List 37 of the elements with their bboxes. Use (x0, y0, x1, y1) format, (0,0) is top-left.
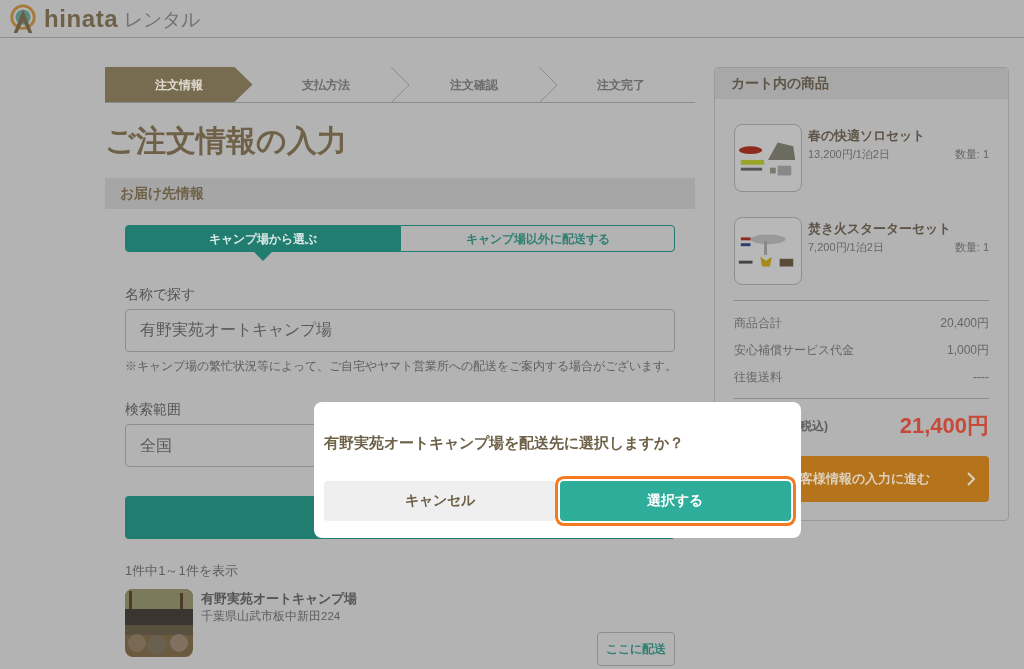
cart-item-quantity: 数量: 1 (954, 239, 989, 255)
field-label: 検索範囲 (125, 400, 182, 420)
chevron-right-icon (967, 472, 975, 486)
result-address: 千葉県山武市板中新田224 (201, 609, 342, 625)
cart-item-name: 焚き火スターターセット (808, 220, 952, 238)
summary-label: 商品合計 (734, 314, 782, 332)
total-value: 21,400円 (899, 412, 989, 440)
cart-item-quantity: 数量: 1 (954, 146, 989, 162)
page-title: ご注文情報の入力 (105, 123, 348, 159)
cart-title: カート内の商品 (715, 68, 1008, 99)
logo-text: hinata (44, 3, 119, 34)
deliver-here-button[interactable]: ここに配送 (597, 631, 675, 666)
summary-value: 20,400円 (940, 314, 989, 332)
summary-label: 安心補償サービス代金 (734, 341, 854, 359)
summary-value: 1,000円 (946, 341, 989, 359)
summary-label: 往復送料 (734, 368, 782, 386)
cart-item-price: 7,200円/1泊2日 (808, 239, 884, 255)
logo-subtitle: レンタル (124, 7, 201, 32)
step-label: 注文完了 (597, 76, 646, 94)
delivery-tab[interactable]: キャンプ場以外に配送する (400, 225, 675, 252)
cart-item-price: 13,200円/1泊2日 (808, 146, 890, 162)
name-search-field[interactable]: 有野実苑オートキャンプ場 (125, 309, 675, 352)
summary-value: ---- (973, 368, 989, 386)
delivery-tab[interactable]: キャンプ場から選ぶ (125, 225, 400, 252)
cancel-button[interactable]: キャンセル (324, 480, 556, 521)
step-label: 支払方法 (302, 76, 351, 94)
tab-pointer-icon (253, 252, 272, 261)
result-name: 有野実苑オートキャンプ場 (201, 589, 358, 608)
field-label: 名称で探す (125, 285, 196, 304)
cart-item-name: 春の快適ソロセット (808, 127, 926, 145)
result-count: 1件中1～1件を表示 (125, 562, 239, 581)
total-label: 税込) (800, 417, 828, 435)
step-label: 注文確認 (449, 76, 498, 94)
note-text: ※キャンプ場の繁忙状況等によって、ご自宅やヤマト営業所への配送をご案内する場合がございます。 (125, 359, 675, 374)
section-heading: お届け先情報 (105, 178, 695, 209)
dialog-message: 有野実苑オートキャンプ場を配送先に選択しますか？ (324, 433, 685, 453)
tent-logo-icon (8, 3, 38, 34)
